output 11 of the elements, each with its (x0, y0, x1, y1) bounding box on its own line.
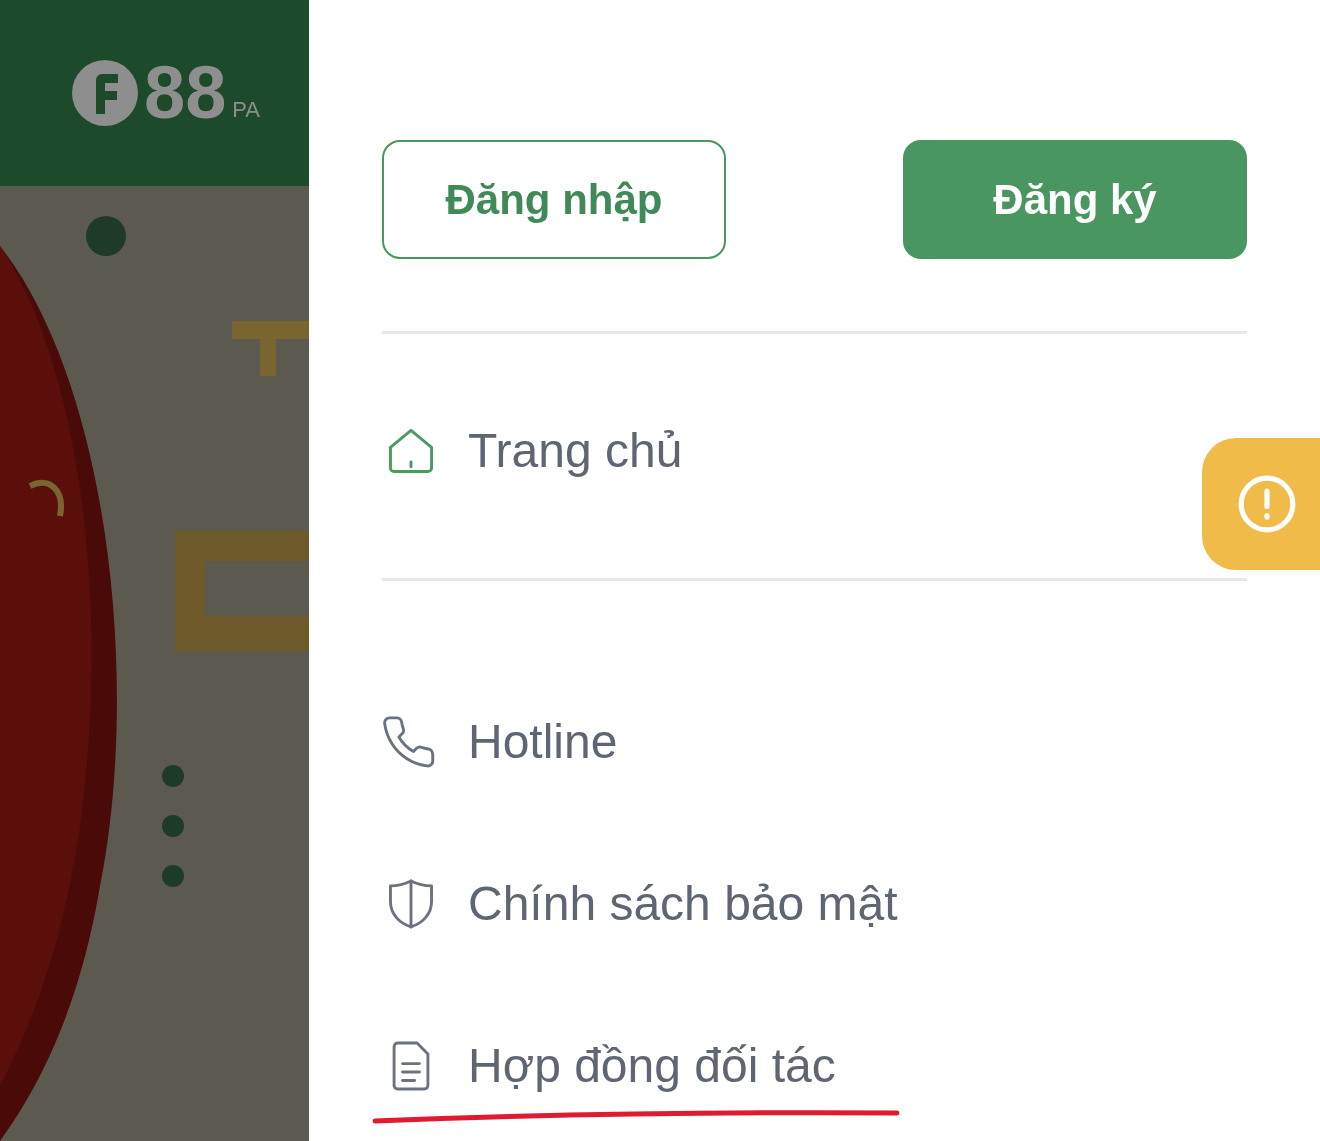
alert-tab[interactable] (1202, 438, 1320, 570)
alert-icon (1236, 473, 1298, 535)
logo-suffix: PA (232, 96, 261, 124)
menu-item[interactable]: Chính sách bảo mật (468, 880, 898, 928)
menu-item[interactable]: Hotline (468, 718, 618, 766)
login-button[interactable]: Đăng nhập (382, 140, 726, 259)
logo-icon (72, 60, 138, 126)
register-button[interactable]: Đăng ký (903, 140, 1247, 259)
menu-item[interactable]: Trang chủ (468, 427, 683, 475)
logo-text: 88 (144, 56, 227, 130)
menu-item[interactable]: Hợp đồng đối tác (468, 1042, 836, 1090)
